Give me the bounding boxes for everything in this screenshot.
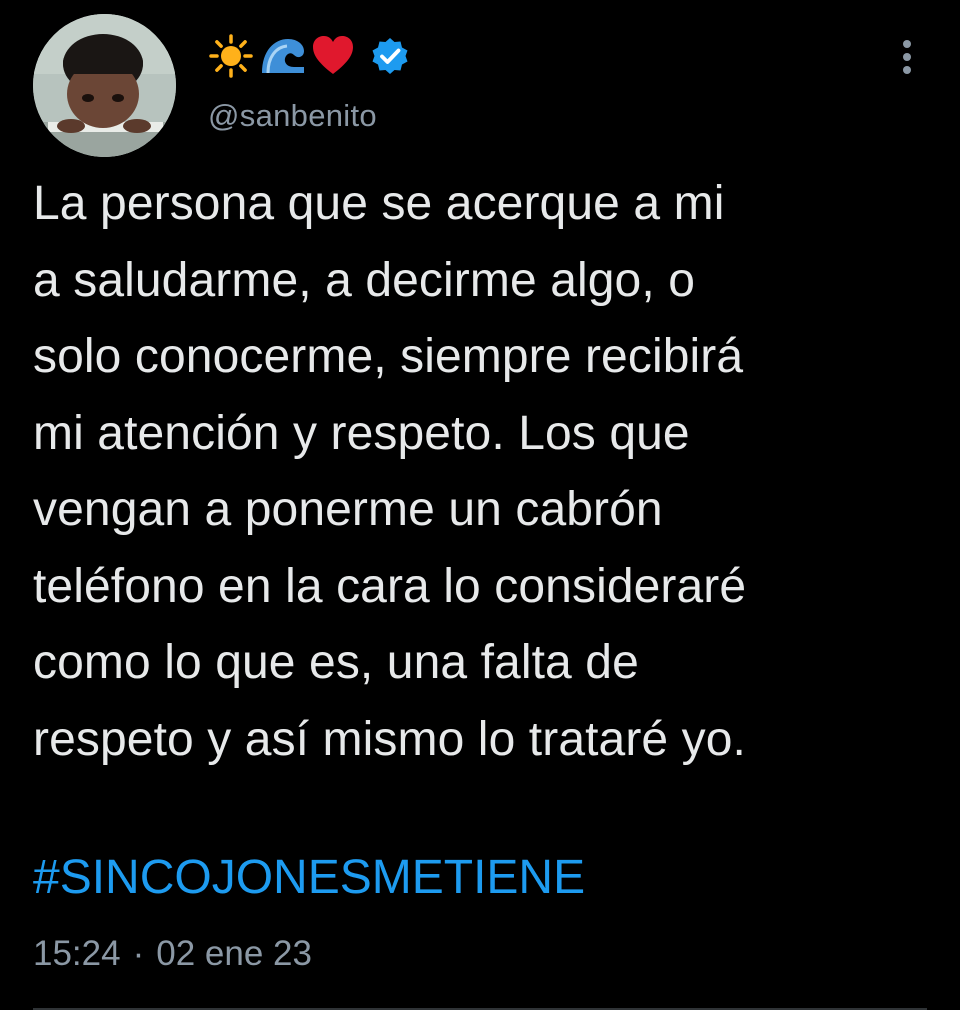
tweet-date[interactable]: 02 ene 23 — [156, 932, 312, 976]
verified-badge-icon — [370, 36, 410, 81]
more-vertical-icon — [903, 40, 911, 74]
tweet-time[interactable]: 15:24 — [33, 932, 121, 976]
display-name[interactable] — [208, 33, 410, 84]
meta-separator: · — [132, 934, 145, 973]
more-options-button[interactable] — [890, 36, 924, 78]
user-handle[interactable]: @sanbenito — [208, 98, 377, 134]
red-heart-icon — [310, 33, 356, 84]
tweet-text: La persona que se acerque a mi a saludar… — [33, 177, 747, 766]
hashtag-link[interactable]: #SINCOJONESMETIENE — [33, 846, 585, 910]
wave-icon — [258, 33, 306, 84]
tweet-timestamp: 15:24 · 02 ene 23 — [33, 932, 312, 976]
avatar[interactable] — [33, 14, 176, 157]
sun-icon — [208, 33, 254, 84]
avatar-image — [33, 14, 176, 157]
